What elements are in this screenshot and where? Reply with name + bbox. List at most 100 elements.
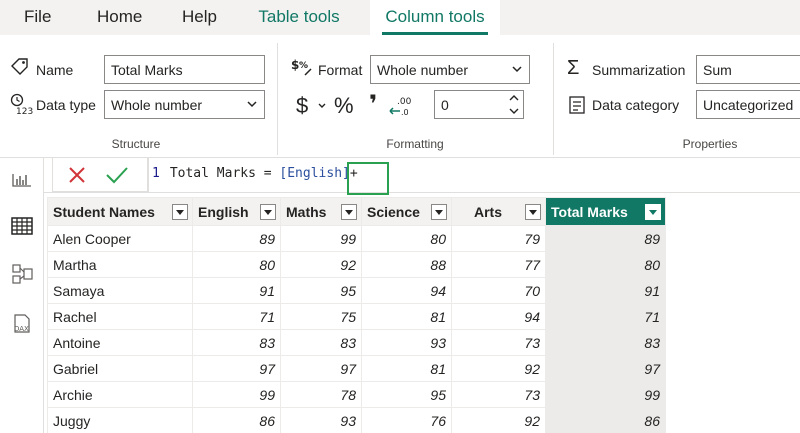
column-header-total-marks[interactable]: Total Marks <box>545 197 666 226</box>
table-cell[interactable]: 71 <box>192 303 281 330</box>
table-cell[interactable]: 86 <box>192 407 281 433</box>
summarization-select[interactable]: Sum <box>696 55 800 84</box>
table-cell[interactable]: 83 <box>192 329 281 356</box>
table-cell[interactable]: 76 <box>361 407 452 433</box>
percent-button[interactable]: % <box>334 93 354 119</box>
table-cell[interactable]: 79 <box>451 225 546 252</box>
column-header-science[interactable]: Science <box>361 197 452 226</box>
cancel-icon[interactable] <box>67 165 87 185</box>
svg-text:DAX: DAX <box>14 325 29 333</box>
table-cell[interactable]: 99 <box>280 225 362 252</box>
column-header-english[interactable]: English <box>192 197 281 226</box>
table-cell[interactable]: 81 <box>361 355 452 382</box>
format-select-value: Whole number <box>377 62 469 78</box>
comma-style-button[interactable]: ❜ <box>369 90 377 119</box>
filter-dropdown-icon[interactable] <box>172 204 188 220</box>
decrease-decimal-icon[interactable]: .00 .0 <box>388 93 412 117</box>
table-cell[interactable]: Samaya <box>47 277 193 304</box>
table-cell[interactable]: 81 <box>361 303 452 330</box>
table-cell[interactable]: 92 <box>280 251 362 278</box>
filter-dropdown-icon[interactable] <box>525 204 541 220</box>
filter-dropdown-icon[interactable] <box>431 204 447 220</box>
table-cell[interactable]: Antoine <box>47 329 193 356</box>
table-cell[interactable]: 71 <box>545 303 666 330</box>
model-view-icon[interactable] <box>0 252 44 296</box>
tab-column-tools[interactable]: Column tools <box>370 0 500 35</box>
filter-dropdown-icon[interactable] <box>260 204 276 220</box>
table-cell[interactable]: 80 <box>361 225 452 252</box>
column-header-label: Arts <box>474 203 503 220</box>
formula-line-number: 1 <box>152 166 160 181</box>
name-field[interactable]: Total Marks <box>104 55 265 84</box>
table-cell[interactable]: 77 <box>451 251 546 278</box>
table-cell[interactable]: 73 <box>451 329 546 356</box>
table-cell[interactable]: 73 <box>451 381 546 408</box>
table-cell[interactable]: 97 <box>545 355 666 382</box>
group-title-structure: Structure <box>111 137 161 151</box>
table-cell[interactable]: 94 <box>451 303 546 330</box>
commit-check-icon[interactable] <box>105 165 129 185</box>
filter-dropdown-icon[interactable] <box>341 204 357 220</box>
data-category-select[interactable]: Uncategorized <box>696 90 800 119</box>
currency-chevron-icon[interactable] <box>317 101 327 111</box>
table-cell[interactable]: 92 <box>451 407 546 433</box>
table-cell[interactable]: 99 <box>192 381 281 408</box>
sigma-icon: Σ <box>567 57 580 79</box>
dax-query-view-icon[interactable]: DAX <box>0 302 44 346</box>
table-cell[interactable]: 93 <box>361 329 452 356</box>
tab-table-tools[interactable]: Table tools <box>245 0 353 35</box>
svg-text:123: 123 <box>16 107 33 115</box>
column-header-label: Student Names <box>53 203 155 220</box>
tab-help[interactable]: Help <box>182 0 217 35</box>
name-label: Name <box>36 62 74 78</box>
table-cell[interactable]: 89 <box>192 225 281 252</box>
table-cell[interactable]: 91 <box>545 277 666 304</box>
column-header-label: Science <box>367 203 420 220</box>
spinner-icon[interactable] <box>508 92 520 117</box>
table-cell[interactable]: Juggy <box>47 407 193 433</box>
table-cell[interactable]: 78 <box>280 381 362 408</box>
table-cell[interactable]: Alen Cooper <box>47 225 193 252</box>
table-cell[interactable]: 95 <box>280 277 362 304</box>
tab-file[interactable]: File <box>24 0 51 35</box>
column-header-arts[interactable]: Arts <box>451 197 546 226</box>
format-label: Format <box>318 62 363 78</box>
datatype-select[interactable]: Whole number <box>104 90 265 119</box>
table-row: Martha 80 92 88 77 80 <box>47 251 666 278</box>
formula-input[interactable]: 1 Total Marks = [English]+ <box>152 166 358 181</box>
filter-dropdown-icon[interactable] <box>645 204 661 220</box>
table-cell[interactable]: 99 <box>545 381 666 408</box>
table-cell[interactable]: 92 <box>451 355 546 382</box>
table-cell[interactable]: Gabriel <box>47 355 193 382</box>
table-cell[interactable]: 89 <box>545 225 666 252</box>
column-header-maths[interactable]: Maths <box>280 197 362 226</box>
table-cell[interactable]: 97 <box>280 355 362 382</box>
table-cell[interactable]: 86 <box>545 407 666 433</box>
table-cell[interactable]: 80 <box>192 251 281 278</box>
table-cell[interactable]: 70 <box>451 277 546 304</box>
table-header-row: Student Names English Maths Science Arts… <box>47 197 666 226</box>
table-cell[interactable]: 88 <box>361 251 452 278</box>
table-row: Archie 99 78 95 73 99 <box>47 381 666 408</box>
currency-button[interactable]: $ <box>296 93 308 119</box>
table-cell[interactable]: Archie <box>47 381 193 408</box>
table-cell[interactable]: 83 <box>280 329 362 356</box>
format-select[interactable]: Whole number <box>370 55 530 84</box>
table-cell[interactable]: 80 <box>545 251 666 278</box>
tab-home[interactable]: Home <box>97 0 142 35</box>
report-view-icon[interactable] <box>0 158 44 202</box>
table-cell[interactable]: 97 <box>192 355 281 382</box>
table-cell[interactable]: 95 <box>361 381 452 408</box>
column-header-student-names[interactable]: Student Names <box>47 197 193 226</box>
data-view-icon[interactable] <box>0 204 44 248</box>
table-cell[interactable]: 75 <box>280 303 362 330</box>
table-cell[interactable]: Martha <box>47 251 193 278</box>
formula-column-ref: [English] <box>279 166 350 181</box>
table-cell[interactable]: 93 <box>280 407 362 433</box>
menu-bar: File Home Help Table tools Column tools <box>0 0 800 35</box>
table-cell[interactable]: Rachel <box>47 303 193 330</box>
column-header-label: Maths <box>286 203 327 220</box>
table-cell[interactable]: 91 <box>192 277 281 304</box>
table-cell[interactable]: 94 <box>361 277 452 304</box>
table-cell[interactable]: 83 <box>545 329 666 356</box>
